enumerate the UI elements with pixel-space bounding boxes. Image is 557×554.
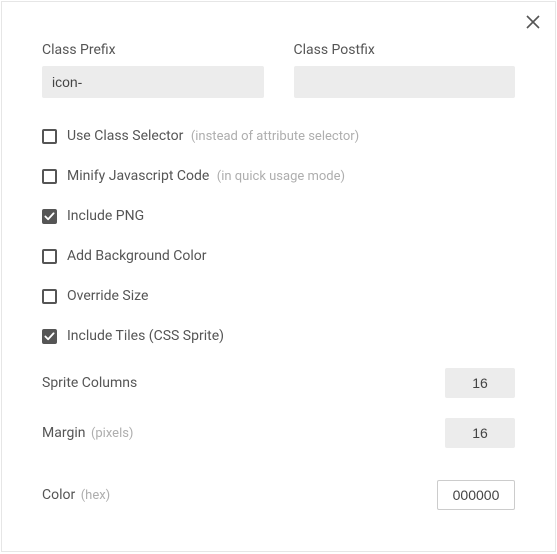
include-png-label: Include PNG xyxy=(67,208,144,224)
use-class-selector-label: Use Class Selector xyxy=(67,128,183,144)
override-size-label: Override Size xyxy=(67,288,148,304)
margin-label: Margin xyxy=(42,425,85,441)
use-class-selector-checkbox[interactable]: Use Class Selector (instead of attribute… xyxy=(42,128,515,144)
sprite-columns-label: Sprite Columns xyxy=(42,375,137,391)
sprite-columns-input[interactable] xyxy=(445,368,515,398)
minify-js-label: Minify Javascript Code xyxy=(67,168,209,184)
settings-dialog: Class Prefix Class Postfix Use Class Sel… xyxy=(1,1,556,552)
close-icon xyxy=(526,15,540,29)
color-hint: (hex) xyxy=(81,488,110,503)
checkbox-box-icon xyxy=(42,249,57,264)
minify-js-hint: (in quick usage mode) xyxy=(217,169,345,184)
use-class-selector-hint: (instead of attribute selector) xyxy=(191,129,359,144)
checkbox-box-icon xyxy=(42,329,57,344)
checkbox-box-icon xyxy=(42,129,57,144)
close-button[interactable] xyxy=(521,10,545,34)
color-row: Color (hex) xyxy=(42,480,515,510)
class-postfix-group: Class Postfix xyxy=(294,42,516,98)
minify-js-checkbox[interactable]: Minify Javascript Code (in quick usage m… xyxy=(42,168,515,184)
class-prefix-group: Class Prefix xyxy=(42,42,264,98)
margin-row: Margin (pixels) xyxy=(42,418,515,448)
override-size-checkbox[interactable]: Override Size xyxy=(42,288,515,304)
sprite-columns-row: Sprite Columns xyxy=(42,368,515,398)
checkbox-box-icon xyxy=(42,289,57,304)
include-tiles-checkbox[interactable]: Include Tiles (CSS Sprite) xyxy=(42,328,515,344)
color-label: Color xyxy=(42,487,75,503)
margin-hint: (pixels) xyxy=(91,426,134,441)
class-prefix-label: Class Prefix xyxy=(42,42,264,58)
class-postfix-input[interactable] xyxy=(294,66,516,98)
checkbox-box-icon xyxy=(42,209,57,224)
checkbox-box-icon xyxy=(42,169,57,184)
margin-input[interactable] xyxy=(445,418,515,448)
include-tiles-label: Include Tiles (CSS Sprite) xyxy=(67,328,224,344)
class-prefix-input[interactable] xyxy=(42,66,264,98)
add-bg-color-checkbox[interactable]: Add Background Color xyxy=(42,248,515,264)
add-bg-color-label: Add Background Color xyxy=(67,248,207,264)
color-input[interactable] xyxy=(437,480,515,510)
include-png-checkbox[interactable]: Include PNG xyxy=(42,208,515,224)
class-postfix-label: Class Postfix xyxy=(294,42,516,58)
